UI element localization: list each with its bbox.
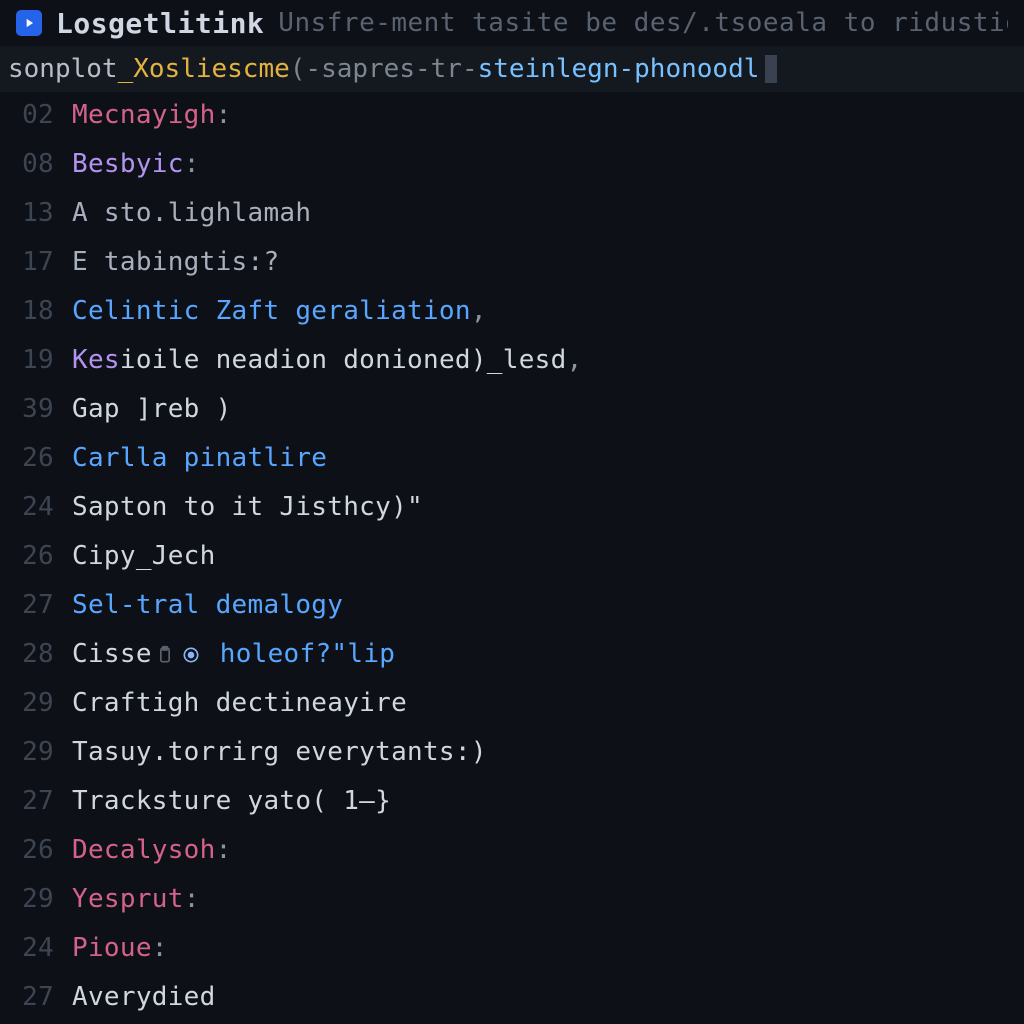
app-subtitle: Unsfre-ment tasite be des/.tsoeala to ri… [278, 8, 1008, 38]
code-line[interactable]: 26Decalysoh: [0, 835, 1024, 884]
code-line[interactable]: 39Gap ]reb ) [0, 394, 1024, 443]
code-token: , [567, 345, 583, 375]
code-content: Yesprut: [72, 884, 200, 914]
line-number: 24 [0, 492, 72, 522]
code-content: Tracksture yato( 1—} [72, 786, 391, 816]
code-line[interactable]: 27Sel-tral demalogy [0, 590, 1024, 639]
code-token: : [184, 149, 200, 179]
line-number: 29 [0, 737, 72, 767]
code-content: Sel-tral demalogy [72, 590, 343, 620]
line-number: 02 [0, 100, 72, 130]
line-number: 13 [0, 198, 72, 228]
code-content: Decalysoh: [72, 835, 232, 865]
code-content: Carlla pinatlire [72, 443, 327, 473]
code-line[interactable]: 19Kesioile neadion donioned)_lesd, [0, 345, 1024, 394]
code-line[interactable]: 26Carlla pinatlire [0, 443, 1024, 492]
code-token: holeof?"lip [204, 639, 395, 669]
code-token: Cisse [72, 639, 152, 669]
code-content: Celintic Zaft geraliation, [72, 296, 487, 326]
code-token: Carlla pinatlire [72, 443, 327, 473]
code-line[interactable]: 27Tracksture yato( 1—} [0, 786, 1024, 835]
code-line[interactable]: 17E tabingtis:? [0, 247, 1024, 296]
cmd-seg-3: steinlegn-phonoodl [478, 54, 760, 84]
code-content: Kesioile neadion donioned)_lesd, [72, 345, 583, 375]
code-line[interactable]: 28Cisse holeof?"lip [0, 639, 1024, 688]
code-token: : [216, 100, 232, 130]
app-name: Losgetlitink [56, 7, 264, 40]
line-number: 28 [0, 639, 72, 669]
title-bar: Losgetlitink Unsfre-ment tasite be des/.… [0, 0, 1024, 46]
command-bar[interactable]: sonplot _Xosliescme (-sapres-tr- steinle… [0, 46, 1024, 92]
target-icon [181, 645, 201, 665]
code-line[interactable]: 13A sto.lighlamah [0, 198, 1024, 247]
code-content: Pioue: [72, 933, 168, 963]
code-line[interactable]: 26Cipy_Jech [0, 541, 1024, 590]
code-line[interactable]: 29Tasuy.torrirg everytants:) [0, 737, 1024, 786]
code-token: : [152, 933, 168, 963]
code-token: Pioue [72, 933, 152, 963]
code-token: Craftigh dectineayire [72, 688, 407, 718]
code-content: A sto.lighlamah [72, 198, 311, 228]
code-area[interactable]: 02Mecnayigh:08Besbyic:13A sto.lighlamah1… [0, 92, 1024, 1024]
line-number: 29 [0, 688, 72, 718]
code-content: Gap ]reb ) [72, 394, 232, 424]
line-number: 27 [0, 590, 72, 620]
code-line[interactable]: 24Sapton to it Jisthcy)" [0, 492, 1024, 541]
code-token: Kes [72, 345, 120, 375]
play-icon[interactable] [16, 10, 42, 36]
code-token: E tabingtis:? [72, 247, 279, 277]
code-token: : [184, 884, 200, 914]
code-content: Cipy_Jech [72, 541, 216, 571]
line-number: 17 [0, 247, 72, 277]
text-cursor-icon [765, 55, 777, 83]
code-content: Tasuy.torrirg everytants:) [72, 737, 487, 767]
line-number: 18 [0, 296, 72, 326]
code-token: Besbyic [72, 149, 184, 179]
line-number: 24 [0, 933, 72, 963]
clipboard-icon [155, 645, 175, 665]
code-content: Craftigh dectineayire [72, 688, 407, 718]
cmd-seg-0: sonplot [8, 54, 118, 84]
code-line[interactable]: 27Averydied [0, 982, 1024, 1024]
code-line[interactable]: 18Celintic Zaft geraliation, [0, 296, 1024, 345]
code-content: E tabingtis:? [72, 247, 279, 277]
code-token: A sto.lighlamah [72, 198, 311, 228]
code-line[interactable]: 24Pioue: [0, 933, 1024, 982]
line-number: 29 [0, 884, 72, 914]
code-line[interactable]: 29Yesprut: [0, 884, 1024, 933]
line-number: 08 [0, 149, 72, 179]
code-token: , [471, 296, 487, 326]
code-token: Gap ]reb ) [72, 394, 232, 424]
code-content: Sapton to it Jisthcy)" [72, 492, 423, 522]
line-number: 27 [0, 786, 72, 816]
code-content: Averydied [72, 982, 216, 1012]
code-token: : [216, 835, 232, 865]
code-token: Tasuy.torrirg everytants:) [72, 737, 487, 767]
line-number: 39 [0, 394, 72, 424]
line-number: 27 [0, 982, 72, 1012]
code-line[interactable]: 02Mecnayigh: [0, 100, 1024, 149]
code-token: Celintic Zaft geraliation [72, 296, 471, 326]
cmd-seg-1: _Xosliescme [118, 54, 290, 84]
code-line[interactable]: 29Craftigh dectineayire [0, 688, 1024, 737]
code-content: Cisse holeof?"lip [72, 639, 395, 669]
code-token: Decalysoh [72, 835, 216, 865]
code-token: Cipy_Jech [72, 541, 216, 571]
line-number: 26 [0, 835, 72, 865]
cmd-seg-2: (-sapres-tr- [290, 54, 478, 84]
code-token: Averydied [72, 982, 216, 1012]
code-token: Sel-tral demalogy [72, 590, 343, 620]
code-content: Mecnayigh: [72, 100, 232, 130]
code-token: Tracksture yato( 1—} [72, 786, 391, 816]
code-token: ioile neadion donioned)_lesd [120, 345, 567, 375]
code-token: Mecnayigh [72, 100, 216, 130]
code-line[interactable]: 08Besbyic: [0, 149, 1024, 198]
code-token: Yesprut [72, 884, 184, 914]
line-number: 26 [0, 541, 72, 571]
line-number: 19 [0, 345, 72, 375]
code-token: Sapton to it Jisthcy)" [72, 492, 423, 522]
line-number: 26 [0, 443, 72, 473]
code-content: Besbyic: [72, 149, 200, 179]
